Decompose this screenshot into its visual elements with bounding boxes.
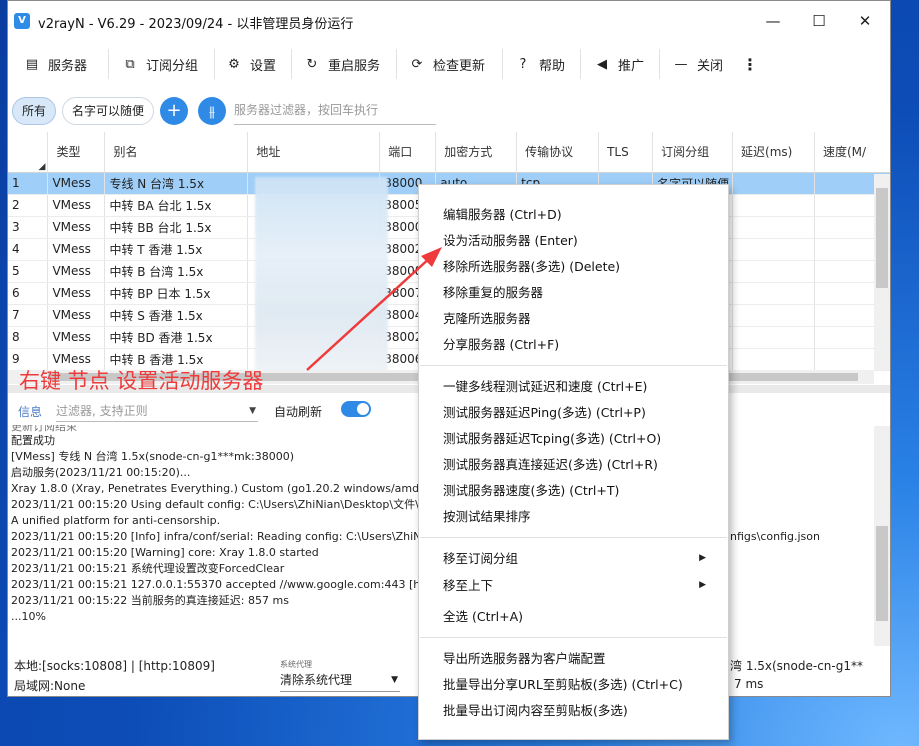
arrow-shaft <box>306 255 433 371</box>
annotation-arrow <box>306 247 442 371</box>
